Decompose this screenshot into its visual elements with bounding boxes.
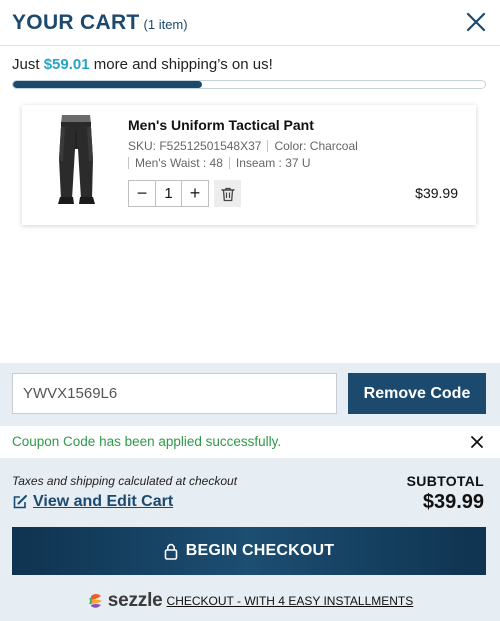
close-icon — [466, 12, 486, 32]
divider — [228, 157, 230, 169]
close-cart-button[interactable] — [464, 10, 488, 34]
coupon-success-message: Coupon Code has been applied successfull… — [12, 434, 282, 449]
product-waist: Men's Waist : 48 — [135, 156, 223, 170]
begin-checkout-button[interactable]: BEGIN CHECKOUT — [12, 527, 486, 575]
remove-code-button[interactable]: Remove Code — [348, 373, 486, 414]
edit-icon — [13, 495, 27, 509]
view-edit-cart-label[interactable]: View and Edit Cart — [33, 493, 173, 511]
shipping-suffix: more and shipping’s on us! — [93, 56, 273, 73]
decrease-quantity-button[interactable]: − — [129, 181, 155, 206]
product-details: SKU: F52512501548X37 Color: Charcoal Men'… — [128, 138, 358, 172]
increase-quantity-button[interactable]: + — [182, 181, 208, 206]
product-name[interactable]: Men's Uniform Tactical Pant — [128, 117, 314, 133]
cart-header: YOUR CART (1 item) — [0, 0, 500, 46]
divider — [128, 157, 129, 169]
sezzle-tagline[interactable]: CHECKOUT - WITH 4 EASY INSTALLMENTS — [167, 594, 414, 608]
sezzle-brand: sezzle — [107, 590, 163, 611]
shipping-progress-bar — [12, 80, 486, 89]
cart-title: YOUR CART (1 item) — [12, 11, 188, 35]
product-inseam: Inseam : 37 U — [235, 156, 311, 170]
cart-item-card: Men's Uniform Tactical Pant SKU: F525125… — [22, 105, 476, 225]
trash-icon — [220, 187, 235, 201]
subtotal-value: $39.99 — [422, 491, 484, 513]
dismiss-alert-button[interactable] — [470, 435, 484, 449]
shipping-prefix: Just — [12, 56, 40, 73]
quantity-stepper: − 1 + — [128, 180, 209, 207]
lock-icon — [164, 543, 178, 560]
product-image[interactable] — [48, 113, 104, 205]
product-color: Color: Charcoal — [274, 139, 358, 153]
tax-shipping-note: Taxes and shipping calculated at checkou… — [12, 474, 238, 488]
item-price: $39.99 — [415, 185, 458, 201]
product-details-row-2: Men's Waist : 48 Inseam : 37 U — [128, 155, 358, 172]
cart-footer: Remove Code Coupon Code has been applied… — [0, 363, 500, 621]
view-edit-cart-link[interactable]: View and Edit Cart — [12, 493, 173, 511]
close-icon — [471, 436, 483, 448]
product-sku: SKU: F52512501548X37 — [128, 139, 262, 153]
sezzle-logo-icon — [88, 594, 102, 608]
coupon-code-input[interactable] — [12, 373, 337, 414]
shipping-remaining-amount: $59.01 — [43, 56, 90, 73]
coupon-success-alert: Coupon Code has been applied successfull… — [0, 426, 500, 458]
product-details-row-1: SKU: F52512501548X37 Color: Charcoal — [128, 138, 358, 155]
begin-checkout-label: BEGIN CHECKOUT — [185, 542, 335, 559]
subtotal-label: SUBTOTAL — [406, 473, 484, 489]
shipping-progress-fill — [13, 81, 202, 88]
cart-title-text: YOUR CART — [12, 11, 140, 34]
free-shipping-message: Just $59.01 more and shipping’s on us! — [12, 56, 273, 73]
cart-item-count: (1 item) — [143, 17, 188, 32]
remove-item-button[interactable] — [214, 180, 241, 207]
divider — [267, 140, 269, 152]
quantity-value[interactable]: 1 — [155, 181, 182, 206]
sezzle-installments-promo[interactable]: sezzle CHECKOUT - WITH 4 EASY INSTALLMEN… — [0, 590, 500, 612]
